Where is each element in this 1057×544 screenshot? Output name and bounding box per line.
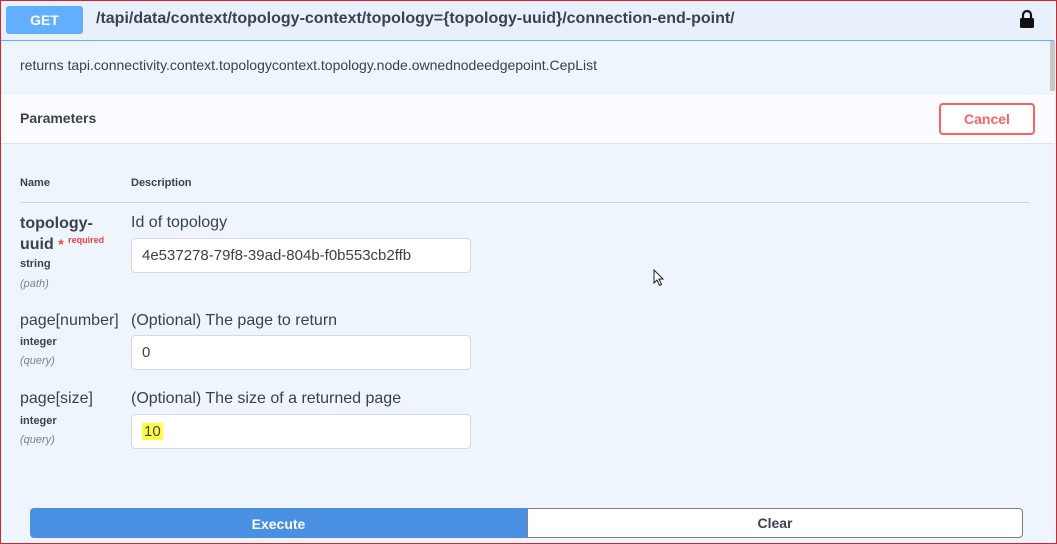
- param-name-topology-uuid: topology- uuid * required: [20, 213, 104, 257]
- scrollbar-thumb[interactable]: [1050, 41, 1055, 91]
- param-name-line2: uuid: [20, 236, 54, 253]
- parameters-header: Parameters Cancel: [1, 95, 1054, 144]
- cancel-button[interactable]: Cancel: [939, 103, 1035, 135]
- highlighted-value: 10: [142, 423, 163, 440]
- table-divider: [20, 202, 1030, 203]
- param-type: string: [20, 258, 51, 270]
- param-name-line2-row: uuid * required: [20, 234, 104, 257]
- mouse-cursor-icon: [653, 269, 665, 287]
- param-type: integer: [20, 336, 57, 348]
- page-number-input[interactable]: 0: [131, 335, 471, 370]
- operation-summary: returns tapi.connectivity.context.topolo…: [20, 57, 597, 73]
- page-size-input[interactable]: 10: [131, 414, 471, 449]
- param-name-page-size: page[size]: [20, 390, 93, 407]
- endpoint-path: /tapi/data/context/topology-context/topo…: [96, 10, 735, 27]
- column-header-name: Name: [20, 177, 50, 189]
- operation-panel: GET /tapi/data/context/topology-context/…: [0, 0, 1057, 544]
- param-name-page-number: page[number]: [20, 312, 119, 329]
- param-name-line1: topology-: [20, 215, 93, 232]
- required-label: required: [68, 235, 105, 245]
- param-description: (Optional) The size of a returned page: [131, 390, 402, 407]
- lock-icon[interactable]: [1019, 10, 1035, 28]
- param-description: (Optional) The page to return: [131, 312, 338, 329]
- param-type: integer: [20, 415, 57, 427]
- topology-uuid-input[interactable]: 4e537278-79f8-39ad-804b-f0b553cb2ffb: [131, 238, 471, 273]
- param-description: Id of topology: [131, 214, 228, 231]
- required-star: *: [58, 236, 64, 252]
- parameters-title: Parameters: [20, 110, 97, 126]
- operation-header[interactable]: GET /tapi/data/context/topology-context/…: [1, 1, 1054, 41]
- http-method-badge: GET: [6, 6, 83, 34]
- param-location: (query): [20, 434, 55, 446]
- execute-button[interactable]: Execute: [30, 508, 527, 538]
- param-location: (query): [20, 355, 55, 367]
- param-location: (path): [20, 278, 49, 290]
- column-header-description: Description: [131, 177, 192, 189]
- clear-button[interactable]: Clear: [527, 508, 1023, 538]
